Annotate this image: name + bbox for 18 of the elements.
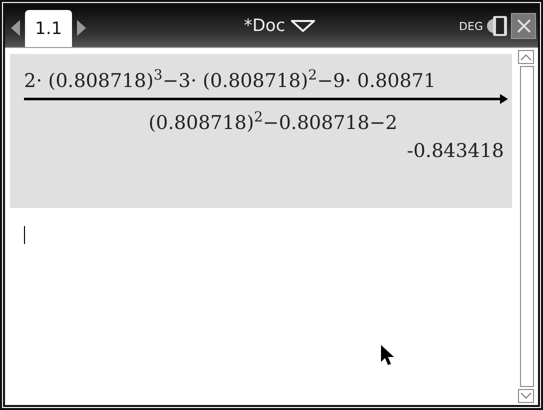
battery-icon <box>486 14 508 38</box>
numerator-expression: 2· (0.808718)$^{3}$−3· (0.808718)$^{2}$−9· 0.80871 <box>23 68 437 94</box>
next-page-icon[interactable] <box>76 20 86 36</box>
document-title[interactable]: *Doc <box>228 16 286 36</box>
chevron-down-icon <box>520 392 532 400</box>
denominator-expression: (0.808718)$^{2}$−0.808718−2 <box>148 110 398 136</box>
page-tab[interactable]: 1.1 <box>25 10 72 47</box>
close-icon <box>516 18 532 34</box>
angle-mode-label: DEG <box>459 20 483 32</box>
scrollbar-track[interactable] <box>520 66 534 387</box>
result-value: -0.843418 <box>406 140 505 162</box>
scroll-up-button[interactable] <box>518 50 534 64</box>
previous-page-icon[interactable] <box>11 20 21 36</box>
dropdown-icon[interactable] <box>291 20 316 32</box>
scroll-down-button[interactable] <box>518 389 534 403</box>
pointer-icon <box>380 344 394 366</box>
chevron-up-icon <box>520 53 532 61</box>
close-button[interactable] <box>511 13 536 39</box>
